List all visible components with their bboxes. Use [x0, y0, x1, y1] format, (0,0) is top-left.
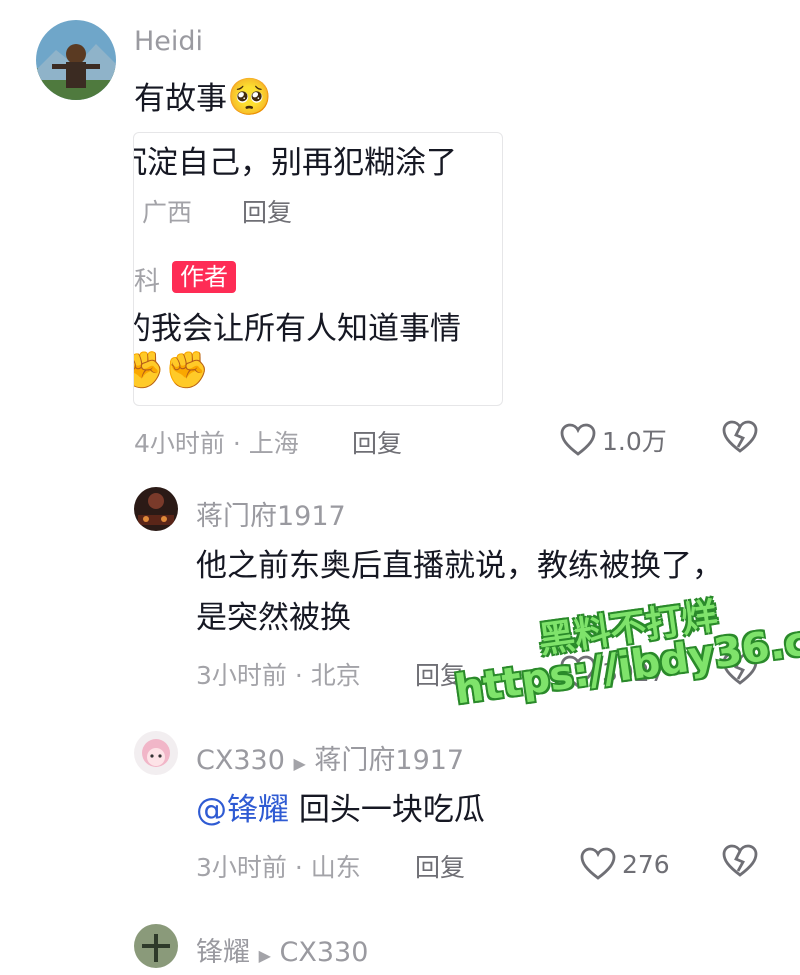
quote-reply-button[interactable]: 回复	[242, 193, 292, 229]
broken-heart-icon	[722, 844, 758, 877]
reply-username-link[interactable]: CX330	[196, 745, 285, 776]
reply-arrow-icon: ▶	[258, 946, 271, 965]
reply-text-line2: 是突然被换	[196, 600, 351, 636]
quote-author-name: 科	[134, 267, 161, 297]
reply-text: @锋耀 回头一块吃瓜	[196, 784, 485, 836]
comment-username[interactable]: Heidi	[134, 26, 203, 57]
raised-fist-emoji-icon: ✊✊	[134, 350, 210, 391]
dislike-button[interactable]	[722, 420, 758, 458]
reply-to-username[interactable]: 蒋门府1917	[314, 745, 464, 776]
avatar-reply1[interactable]	[134, 487, 178, 531]
reply-arrow-icon: ▶	[293, 754, 306, 773]
quote-location: 广西	[142, 198, 193, 227]
comment-text: 有故事🥺	[134, 72, 272, 125]
author-badge: 作者	[172, 261, 236, 293]
reply-to-username[interactable]: CX330	[280, 937, 369, 968]
avatar-reply2[interactable]	[134, 731, 178, 775]
like-count: 1.0万	[602, 427, 667, 456]
quote-line1: 沉淀自己，别再犯糊涂了	[133, 145, 457, 181]
heart-icon	[560, 423, 596, 456]
reply-reply-button[interactable]: 回复	[415, 848, 465, 884]
like-count: 276	[622, 849, 670, 879]
reply-username: CX330 ▶ 蒋门府1917	[196, 738, 464, 777]
avatar-reply3[interactable]	[134, 924, 178, 968]
comment-text-content: 有故事	[134, 81, 227, 117]
dislike-button[interactable]	[722, 844, 758, 882]
reply-text-line1: 他之前东奥后直播就说，教练被换了，	[196, 548, 723, 584]
reply-username-link[interactable]: 锋耀	[196, 937, 250, 968]
avatar-heidi[interactable]	[36, 20, 116, 100]
mention-link[interactable]: @锋耀	[196, 792, 289, 828]
reply-text-content: 回头一块吃瓜	[289, 792, 485, 828]
reply-username: 锋耀 ▶ CX330	[196, 930, 368, 969]
comment-reply-button[interactable]: 回复	[352, 424, 402, 460]
reply-timestamp-location: 3小时前 · 北京	[196, 661, 361, 690]
like-button[interactable]: 276	[580, 844, 670, 884]
reply-username[interactable]: 蒋门府1917	[196, 494, 346, 533]
pleading-face-emoji-icon: 🥺	[227, 77, 272, 118]
heart-icon	[580, 847, 616, 880]
like-button[interactable]: 1.0万	[560, 420, 667, 460]
comment-timestamp-location: 4小时前 · 上海	[134, 429, 299, 458]
broken-heart-icon	[722, 420, 758, 453]
quoted-comment-card[interactable]: 沉淀自己，别再犯糊涂了 广西 回复 科 作者 的我会让所有人知道事情 ✊✊	[133, 132, 503, 406]
reply-timestamp-location: 3小时前 · 山东	[196, 853, 361, 882]
quote-line2: 的我会让所有人知道事情	[133, 311, 461, 347]
